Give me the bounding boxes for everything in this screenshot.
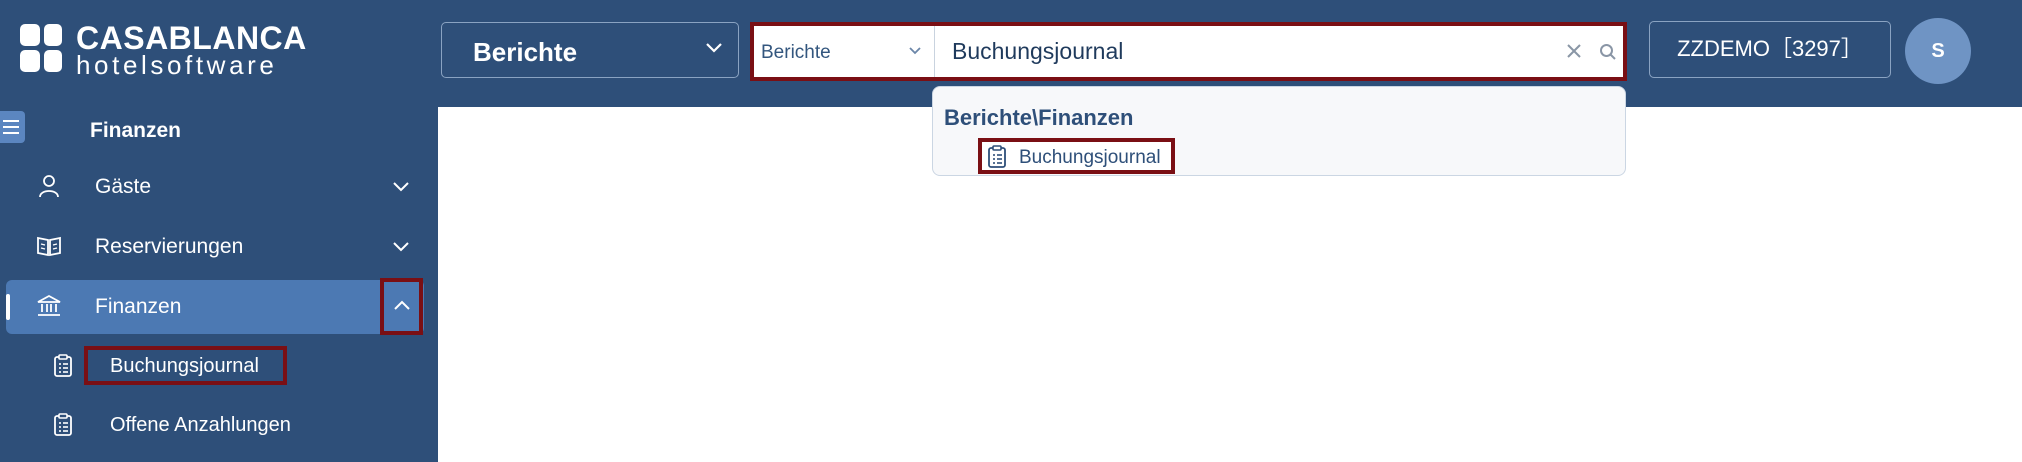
module-select[interactable]: Berichte <box>441 22 739 78</box>
sidebar-item-gaeste[interactable]: Gäste <box>0 160 438 214</box>
clipboard-icon <box>54 413 72 436</box>
sidebar-item-label: Finanzen <box>95 295 182 318</box>
search-scope-value: Berichte <box>761 42 831 63</box>
search-results-dropdown: Berichte\Finanzen Buchungsjournal <box>932 86 1626 176</box>
chevron-up-icon <box>394 300 410 310</box>
sidebar-item-reservierungen[interactable]: Reservierungen <box>0 220 438 274</box>
clipboard-icon <box>988 145 1006 168</box>
search-result-item[interactable]: Buchungsjournal <box>978 138 1175 174</box>
subitem-highlight-frame <box>84 346 287 385</box>
bank-icon <box>37 294 61 316</box>
sidebar-subitem-offene-anzahlungen[interactable]: Offene Anzahlungen <box>0 403 438 447</box>
search-result-label: Buchungsjournal <box>1019 147 1161 168</box>
logo-tagline: hotelsoftware <box>76 50 278 80</box>
sidebar-item-label: Reservierungen <box>95 235 244 258</box>
book-icon <box>37 236 61 257</box>
chevron-down-icon <box>393 242 409 252</box>
search-icon[interactable] <box>1599 43 1617 61</box>
sidebar-section-title: Finanzen <box>90 119 182 142</box>
clipboard-icon <box>54 354 72 377</box>
sidebar-item-label: Gäste <box>95 175 152 198</box>
sidebar-item-finanzen[interactable]: Finanzen <box>0 280 438 334</box>
avatar[interactable]: S <box>1905 18 1971 84</box>
chevron-down-icon <box>909 47 921 55</box>
sidebar-toggle-button[interactable] <box>0 111 25 143</box>
collapse-finanzen-button[interactable] <box>380 278 423 335</box>
person-icon <box>39 175 59 198</box>
module-select-value: Berichte <box>473 37 578 67</box>
chevron-down-icon <box>706 43 722 53</box>
search-input[interactable]: Buchungsjournal <box>952 38 1123 65</box>
chevron-down-icon <box>393 182 409 192</box>
clear-icon[interactable] <box>1565 42 1583 60</box>
tenant-button[interactable]: ZZDEMO［3297］ <box>1649 21 1891 78</box>
logo-mark-icon <box>20 24 66 74</box>
sidebar-subitem-label: Offene Anzahlungen <box>110 414 291 436</box>
search-results-group-title: Berichte\Finanzen <box>944 105 1134 130</box>
search-scope-select[interactable]: Berichte <box>754 26 935 77</box>
search-group: Berichte Buchungsjournal <box>750 22 1627 81</box>
menu-icon <box>3 120 19 134</box>
